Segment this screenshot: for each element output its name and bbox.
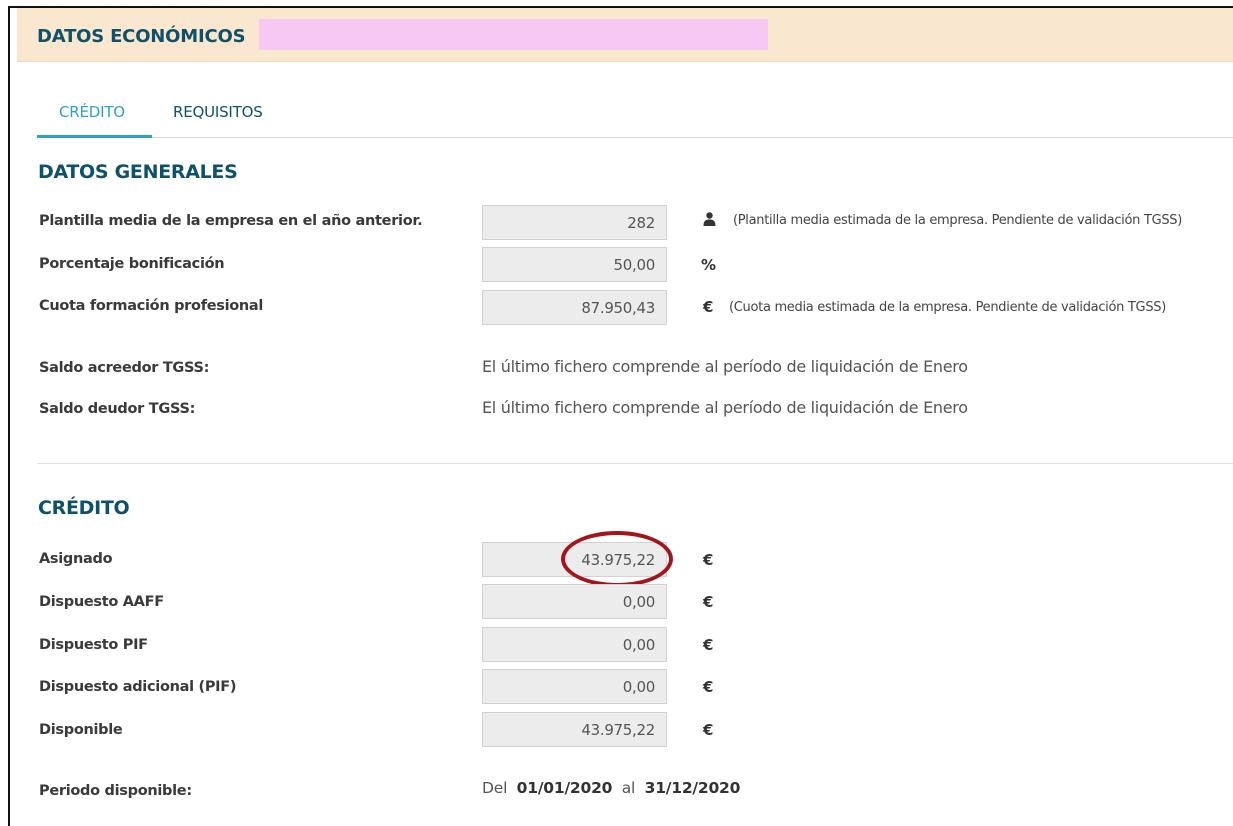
cuota-note: (Cuota media estimada de la empresa. Pen… — [729, 300, 1166, 315]
section-title-credito: CRÉDITO — [38, 497, 130, 519]
disponible-field: 43.975,22 — [482, 712, 667, 747]
periodo-al: al — [621, 779, 636, 797]
tab-requisitos[interactable]: REQUISITOS — [173, 103, 263, 121]
plantilla-field: 282 — [482, 205, 667, 240]
periodo-value: Del 01/01/2020 al 31/12/2020 — [482, 779, 740, 797]
periodo-end: 31/12/2020 — [644, 779, 741, 797]
euro-unit: € — [703, 636, 714, 654]
highlight-circle — [561, 531, 673, 587]
periodo-del: Del — [482, 779, 508, 797]
disponible-label: Disponible — [39, 722, 123, 738]
redacted-area — [259, 19, 768, 50]
tab-credito[interactable]: CRÉDITO — [59, 103, 125, 121]
active-tab-indicator — [37, 135, 152, 138]
porcentaje-label: Porcentaje bonificación — [39, 256, 225, 272]
plantilla-note: (Plantilla media estimada de la empresa.… — [733, 213, 1183, 228]
dispuesto-aaff-label: Dispuesto AAFF — [39, 594, 164, 610]
dispuesto-adicional-field: 0,00 — [482, 669, 667, 704]
percent-unit: % — [701, 256, 717, 274]
person-icon — [703, 212, 716, 226]
euro-unit: € — [703, 593, 714, 611]
saldo-acreedor-label: Saldo acreedor TGSS: — [39, 360, 210, 376]
dispuesto-pif-label: Dispuesto PIF — [39, 637, 148, 653]
periodo-start: 01/01/2020 — [516, 779, 613, 797]
saldo-deudor-text: El último fichero comprende al período d… — [482, 398, 968, 417]
dispuesto-aaff-field: 0,00 — [482, 584, 667, 619]
plantilla-label: Plantilla media de la empresa en el año … — [39, 213, 423, 229]
saldo-acreedor-text: El último fichero comprende al período d… — [482, 357, 968, 376]
cuota-field: 87.950,43 — [482, 290, 667, 325]
porcentaje-field: 50,00 — [482, 247, 667, 282]
euro-unit: € — [703, 551, 714, 569]
tabs-divider — [37, 137, 1233, 138]
saldo-deudor-label: Saldo deudor TGSS: — [39, 401, 196, 417]
euro-unit: € — [703, 298, 714, 316]
cuota-label: Cuota formación profesional — [39, 298, 264, 314]
section-title-datos-generales: DATOS GENERALES — [38, 161, 238, 183]
page-title: DATOS ECONÓMICOS — [37, 26, 246, 47]
dispuesto-adicional-label: Dispuesto adicional (PIF) — [39, 679, 237, 695]
euro-unit: € — [703, 678, 714, 696]
asignado-label: Asignado — [39, 551, 113, 567]
euro-unit: € — [703, 721, 714, 739]
dispuesto-pif-field: 0,00 — [482, 627, 667, 662]
periodo-label: Periodo disponible: — [39, 783, 192, 799]
section-divider — [37, 463, 1233, 464]
